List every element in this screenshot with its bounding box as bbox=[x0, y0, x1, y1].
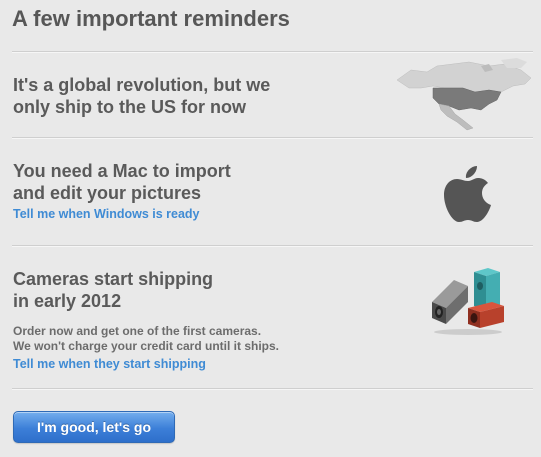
reminder-heading-line: only ship to the US for now bbox=[13, 97, 246, 117]
divider bbox=[12, 51, 533, 53]
reminder-heading: You need a Mac to import and edit your p… bbox=[13, 160, 393, 204]
reminder-body: Order now and get one of the first camer… bbox=[13, 324, 393, 354]
notify-shipping-link[interactable]: Tell me when they start shipping bbox=[13, 357, 206, 371]
reminder-heading-line: in early 2012 bbox=[13, 291, 122, 311]
confirm-button[interactable]: I'm good, let's go bbox=[13, 411, 175, 443]
reminder-shipping: It's a global revolution, but we only sh… bbox=[13, 74, 393, 118]
notify-windows-link[interactable]: Tell me when Windows is ready bbox=[13, 207, 200, 221]
reminder-shipping-date: Cameras start shipping in early 2012 Ord… bbox=[13, 268, 393, 373]
page-title: A few important reminders bbox=[12, 6, 290, 31]
reminder-heading-line: and edit your pictures bbox=[13, 183, 202, 203]
divider bbox=[12, 388, 533, 390]
reminder-heading: Cameras start shipping in early 2012 bbox=[13, 268, 393, 312]
divider bbox=[12, 245, 533, 247]
reminder-mac: You need a Mac to import and edit your p… bbox=[13, 160, 393, 223]
reminder-heading: It's a global revolution, but we only sh… bbox=[13, 74, 393, 118]
north-america-map-icon bbox=[396, 58, 532, 131]
lytro-cameras-icon bbox=[432, 268, 504, 335]
reminder-heading-line: Cameras start shipping bbox=[13, 269, 214, 289]
reminder-body-line: We won't charge your credit card until i… bbox=[13, 339, 280, 353]
reminder-body-line: Order now and get one of the first camer… bbox=[13, 324, 262, 338]
reminder-heading-line: It's a global revolution, but we bbox=[13, 75, 271, 95]
reminder-heading-line: You need a Mac to import bbox=[13, 161, 231, 181]
apple-logo-icon bbox=[444, 166, 491, 222]
divider bbox=[12, 137, 533, 139]
